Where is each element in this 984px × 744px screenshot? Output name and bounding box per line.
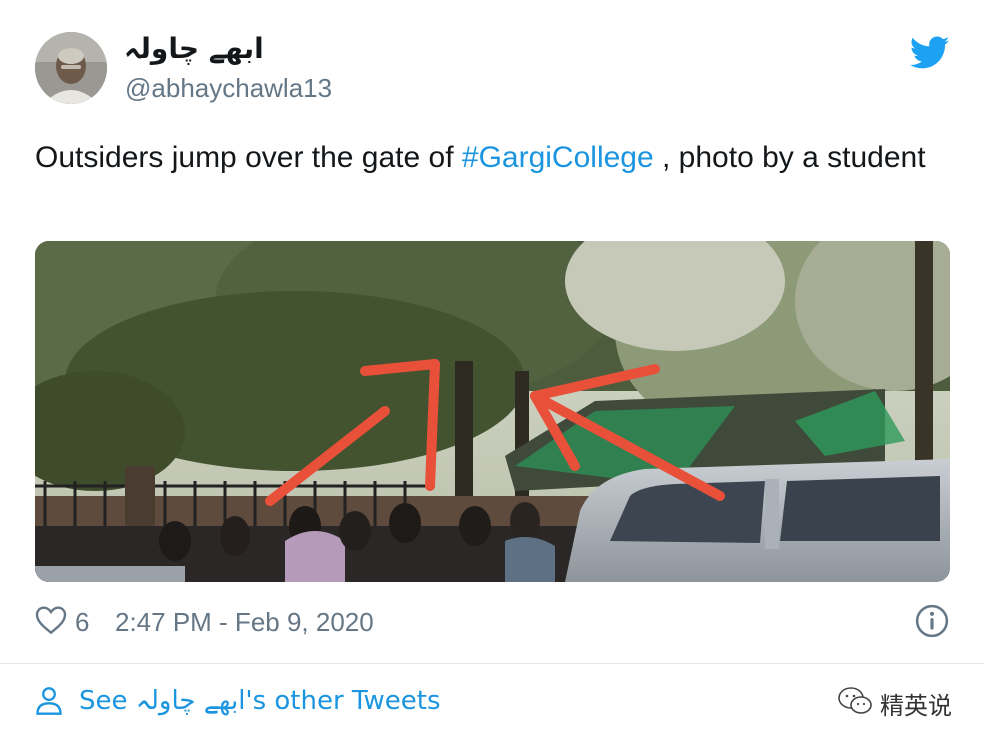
- tweet-text-before: Outsiders jump over the gate of: [35, 141, 462, 174]
- info-icon[interactable]: [915, 604, 949, 638]
- avatar[interactable]: [35, 32, 107, 104]
- author-name[interactable]: ابھے چاولہ: [124, 32, 264, 65]
- like-count[interactable]: 6: [75, 607, 89, 638]
- tweet-footer: 6 2:47 PM - Feb 9, 2020: [35, 600, 950, 644]
- tweet-embed-card: ابھے چاولہ @abhaychawla13 Outsiders jump…: [0, 0, 984, 744]
- heart-icon[interactable]: [35, 605, 67, 635]
- tweet-text: Outsiders jump over the gate of #GargiCo…: [35, 136, 935, 179]
- tweet-photo[interactable]: [35, 241, 950, 582]
- twitter-bird-icon[interactable]: [910, 36, 950, 70]
- divider: [0, 663, 984, 664]
- timestamp[interactable]: 2:47 PM - Feb 9, 2020: [115, 607, 374, 638]
- watermark-text: 精英说: [880, 692, 952, 720]
- author-handle[interactable]: @abhaychawla13: [125, 73, 332, 104]
- tweet-text-after: , photo by a student: [653, 141, 926, 174]
- person-icon: [36, 687, 62, 715]
- see-other-tweets-label[interactable]: See ابھے چاولہ's other Tweets: [79, 686, 441, 716]
- hashtag-link[interactable]: #GargiCollege: [462, 141, 654, 174]
- wechat-icon: [838, 687, 872, 714]
